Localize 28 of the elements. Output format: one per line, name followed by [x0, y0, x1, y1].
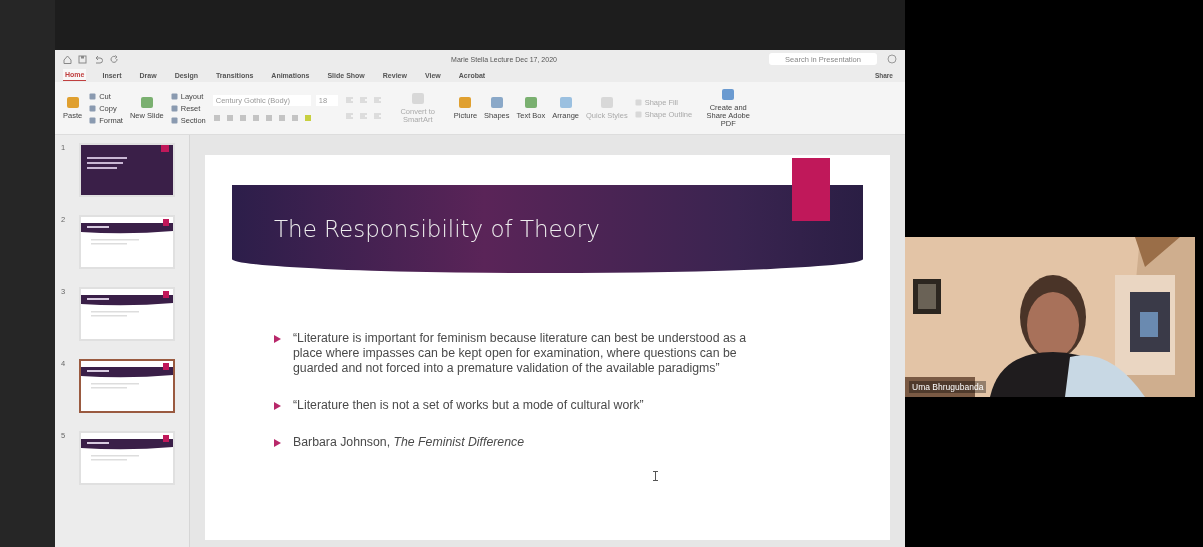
bullet-icon: [274, 439, 281, 447]
paragraph-icon[interactable]: [358, 112, 368, 120]
paragraph-icon[interactable]: [372, 112, 382, 120]
slide-thumbnail[interactable]: [79, 359, 175, 413]
bullet-icon: [274, 335, 281, 343]
accent-block: [792, 158, 830, 221]
toolbar-icon[interactable]: [488, 95, 505, 110]
paragraph-icon[interactable]: [344, 96, 354, 104]
toolbar-icon[interactable]: [522, 95, 539, 110]
home-icon[interactable]: [63, 54, 72, 64]
bullet-text: “Literature then is not a set of works but a mode of cultural work”: [293, 398, 644, 413]
participant-name: Uma Bhrugubanda: [909, 381, 987, 393]
toolbar-icon[interactable]: [457, 95, 474, 110]
bullet-icon: [274, 402, 281, 410]
paragraph-icon[interactable]: [344, 112, 354, 120]
paragraph-icon[interactable]: [358, 96, 368, 104]
bullet-text: “Literature is important for feminism because literature can best be understood as a place where impasses can be kept open for examination, where questions can be guarded and not forced into a premature validation of the available paradigms”: [293, 331, 748, 376]
paragraph-icon[interactable]: [372, 96, 382, 104]
undo-icon[interactable]: [93, 54, 104, 64]
slide-title: The Responsibility of Theory: [274, 216, 600, 242]
bullet-text: Barbara Johnson, The Feminist Difference: [293, 435, 525, 450]
toolbar-icon[interactable]: [138, 95, 155, 110]
toolbar-icon[interactable]: [720, 87, 737, 102]
redo-icon[interactable]: [110, 54, 119, 64]
save-icon[interactable]: [78, 54, 87, 64]
toolbar-icon[interactable]: [557, 95, 574, 110]
toolbar-icon[interactable]: [64, 95, 81, 110]
text-cursor-icon: [653, 471, 658, 481]
